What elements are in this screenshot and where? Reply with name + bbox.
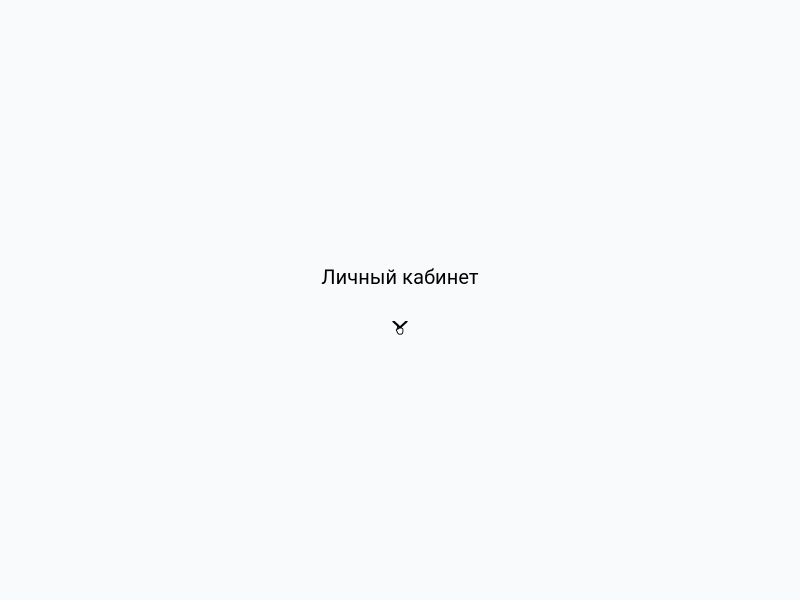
page-content: Личный кабинет (321, 265, 478, 336)
page-title: Личный кабинет (321, 265, 478, 289)
cursor-pointer-icon (393, 322, 407, 336)
loading-indicator (392, 321, 408, 336)
